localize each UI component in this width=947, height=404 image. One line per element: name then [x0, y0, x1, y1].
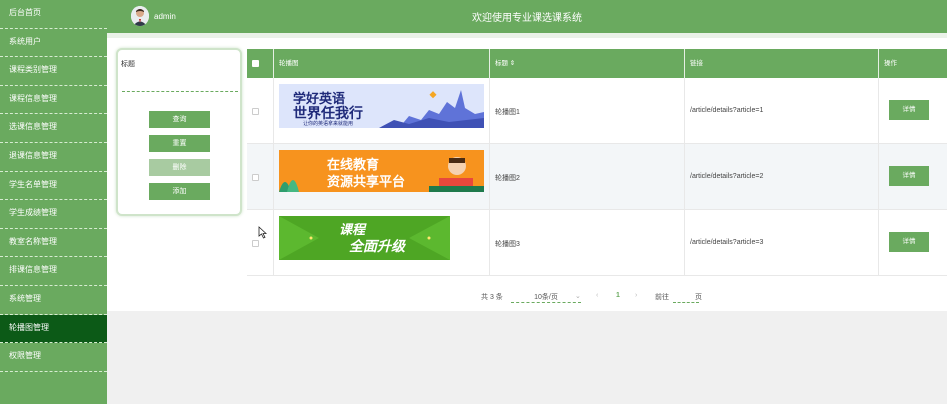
table-row: 在线教育 资源共享平台 轮播图2 /article/details?articl… — [247, 144, 947, 210]
page-number-current[interactable]: 1 — [616, 292, 620, 299]
header-title[interactable]: 标题 ⇕ — [490, 49, 685, 78]
prev-page-button[interactable]: ‹ — [596, 292, 598, 299]
details-button[interactable]: 详情 — [889, 100, 929, 120]
sidebar-item-withdrawal[interactable]: 退课信息管理 — [0, 143, 107, 172]
page-suffix: 页 — [695, 294, 702, 301]
row-checkbox[interactable] — [252, 174, 259, 181]
banner-cell: 在线教育 资源共享平台 — [274, 144, 490, 210]
select-all-checkbox[interactable] — [252, 60, 259, 67]
table-row: 学好英语 世界任我行 让你的英语拿来就能用 轮播图1 /article/deta… — [247, 78, 947, 144]
reset-button[interactable]: 重置 — [149, 135, 210, 152]
row-link: /article/details?article=2 — [690, 173, 764, 180]
site-title: 欢迎使用专业课选课系统 — [472, 13, 582, 24]
pagination: 共 3 条 10条/页 ⌄ ‹ 1 › 前往 页 — [107, 290, 947, 304]
header-action: 操作 — [884, 60, 897, 67]
sidebar-item-course-info[interactable]: 课程信息管理 — [0, 86, 107, 115]
main-content: 标题 查询 重置 删除 添加 轮播图 标题 ⇕ 链接 操作 学好英语 世界任我行… — [107, 33, 947, 311]
sidebar-item-course-category[interactable]: 课程类别管理 — [0, 57, 107, 86]
next-page-button[interactable]: › — [635, 292, 637, 299]
row-title: 轮播图3 — [495, 241, 520, 248]
row-checkbox[interactable] — [252, 240, 259, 247]
row-link: /article/details?article=1 — [690, 107, 764, 114]
banner-text-2: 全面升级 — [349, 238, 405, 254]
header-select-all[interactable] — [247, 49, 274, 78]
title-cell: 轮播图3 — [490, 210, 685, 276]
sidebar-item-home[interactable]: 后台首页 — [0, 0, 107, 29]
chevron-down-icon: ⌄ — [575, 293, 581, 300]
title-cell: 轮播图2 — [490, 144, 685, 210]
search-title-input[interactable] — [122, 78, 238, 92]
sidebar-item-schedule[interactable]: 排课信息管理 — [0, 257, 107, 286]
page-size-value: 10条/页 — [534, 294, 558, 301]
search-title-label: 标题 — [121, 61, 135, 68]
sidebar-item-system-users[interactable]: 系统用户 — [0, 29, 107, 58]
sidebar-item-system[interactable]: 系统管理 — [0, 286, 107, 315]
sidebar: 后台首页 系统用户 课程类别管理 课程信息管理 选课信息管理 退课信息管理 学生… — [0, 0, 107, 404]
link-cell: /article/details?article=1 — [685, 78, 879, 144]
banner-image: 在线教育 资源共享平台 — [279, 150, 484, 192]
details-button[interactable]: 详情 — [889, 232, 929, 252]
banner-cell: 课程 全面升级 — [274, 210, 490, 276]
title-cell: 轮播图1 — [490, 78, 685, 144]
page-size-select[interactable]: 10条/页 ⌄ — [511, 292, 581, 303]
delete-button[interactable]: 删除 — [149, 159, 210, 176]
header-image: 轮播图 — [274, 49, 490, 78]
sidebar-item-enrollment[interactable]: 选课信息管理 — [0, 114, 107, 143]
table-header: 轮播图 标题 ⇕ 链接 操作 — [247, 49, 947, 78]
row-select-cell — [247, 144, 274, 210]
row-select-cell — [247, 78, 274, 144]
carousel-table: 轮播图 标题 ⇕ 链接 操作 学好英语 世界任我行 让你的英语拿来就能用 轮播图… — [247, 49, 947, 276]
sidebar-item-student-grades[interactable]: 学生成绩管理 — [0, 200, 107, 229]
banner-image: 学好英语 世界任我行 让你的英语拿来就能用 — [279, 84, 484, 128]
query-button[interactable]: 查询 — [149, 111, 210, 128]
sidebar-item-carousel[interactable]: 轮播图管理 — [0, 314, 107, 344]
action-cell: 详情 — [879, 78, 947, 144]
table-row: 课程 全面升级 轮播图3 /article/details?article=3 … — [247, 210, 947, 276]
banner-image: 课程 全面升级 — [279, 216, 450, 260]
pagination-total: 共 3 条 — [481, 294, 503, 301]
banner-text-2: 资源共享平台 — [327, 174, 406, 189]
add-button[interactable]: 添加 — [149, 183, 210, 200]
details-button[interactable]: 详情 — [889, 166, 929, 186]
sidebar-item-classroom[interactable]: 教室名称管理 — [0, 229, 107, 258]
sidebar-item-permissions[interactable]: 权限管理 — [0, 343, 107, 372]
action-cell: 详情 — [879, 144, 947, 210]
link-cell: /article/details?article=2 — [685, 144, 879, 210]
mouse-cursor-icon — [258, 226, 268, 241]
goto-label: 前往 — [655, 294, 669, 301]
banner-cell: 学好英语 世界任我行 让你的英语拿来就能用 — [274, 78, 490, 144]
row-title: 轮播图2 — [495, 175, 520, 182]
link-cell: /article/details?article=3 — [685, 210, 879, 276]
banner-text-3: 让你的英语拿来就能用 — [303, 121, 354, 127]
header-link: 链接 — [685, 49, 879, 78]
search-panel: 标题 查询 重置 删除 添加 — [116, 48, 242, 216]
action-cell: 详情 — [879, 210, 947, 276]
row-checkbox[interactable] — [252, 108, 259, 115]
sidebar-item-student-list[interactable]: 学生名单管理 — [0, 172, 107, 201]
row-select-cell — [247, 210, 274, 276]
top-header: admin 欢迎使用专业课选课系统 — [107, 0, 947, 33]
row-link: /article/details?article=3 — [690, 239, 764, 246]
row-title: 轮播图1 — [495, 109, 520, 116]
